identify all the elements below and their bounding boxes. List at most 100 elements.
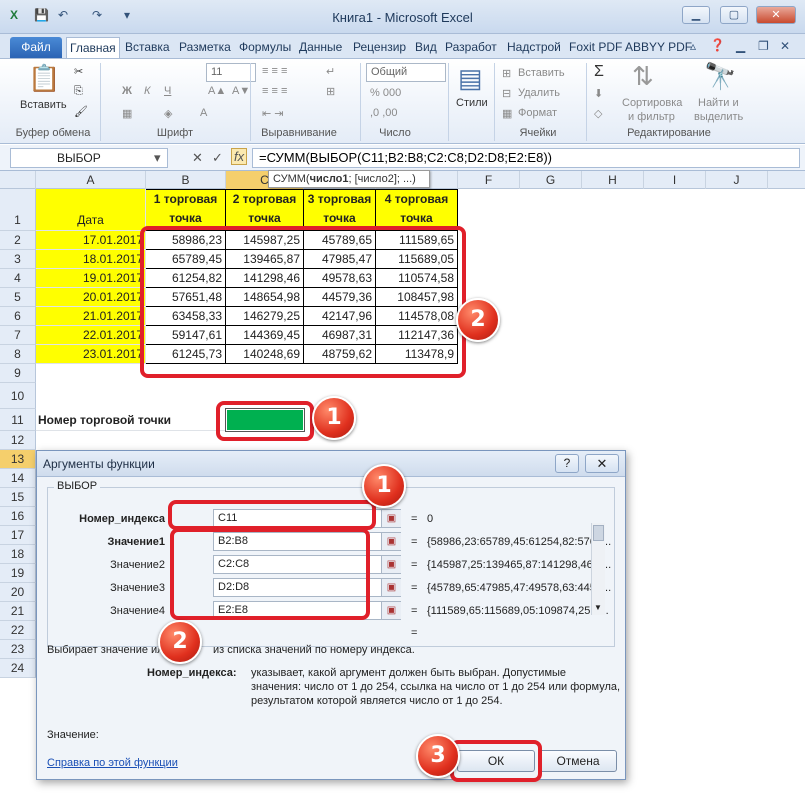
help-link[interactable]: Справка по этой функции	[47, 757, 178, 769]
cell-a5[interactable]: 20.01.2017	[36, 288, 146, 307]
doc-close-icon[interactable]: ✕	[780, 39, 790, 53]
arg-collapse-icon-value3[interactable]: ▣	[381, 579, 401, 596]
row-header-14[interactable]: 14	[0, 469, 36, 488]
arguments-scrollbar[interactable]: ▼	[591, 523, 605, 615]
row-header-20[interactable]: 20	[0, 583, 36, 602]
indent-icon[interactable]: ⇤ ⇥	[262, 107, 284, 120]
sort-filter-button[interactable]: Сортировка	[622, 97, 682, 109]
row-header-8[interactable]: 8	[0, 345, 36, 364]
percent-icon[interactable]: % 000	[370, 87, 401, 99]
paste-button[interactable]: Вставить	[20, 99, 67, 111]
tab-view[interactable]: Вид	[412, 37, 440, 58]
enter-formula-icon[interactable]: ✓	[212, 150, 223, 166]
row-header-11[interactable]: 11	[0, 409, 36, 431]
tab-abbyy[interactable]: ABBYY PDF	[622, 37, 695, 58]
row-header-23[interactable]: 23	[0, 640, 36, 659]
scroll-down-icon[interactable]: ▼	[594, 603, 602, 612]
styles-button[interactable]: Стили	[456, 97, 488, 109]
doc-minimize-icon[interactable]: ▁	[736, 39, 745, 53]
paste-icon[interactable]: 📋	[28, 63, 60, 94]
row-header-10[interactable]: 10	[0, 383, 36, 409]
borders-icon[interactable]: ▦	[122, 107, 132, 120]
row-header-2[interactable]: 2	[0, 231, 36, 250]
cell-e1[interactable]: 4 торговая точка	[376, 189, 458, 231]
minimize-ribbon-icon[interactable]: ▵	[690, 39, 696, 53]
row-header-7[interactable]: 7	[0, 326, 36, 345]
col-header-h[interactable]: H	[582, 171, 644, 189]
tab-page-layout[interactable]: Разметка	[176, 37, 234, 58]
cancel-button[interactable]: Отмена	[539, 750, 617, 772]
tab-formulas[interactable]: Формулы	[236, 37, 294, 58]
row-header-9[interactable]: 9	[0, 364, 36, 383]
tab-insert[interactable]: Вставка	[122, 37, 173, 58]
col-header-f[interactable]: F	[458, 171, 520, 189]
maximize-button[interactable]: ▢	[720, 6, 748, 24]
row-header-13[interactable]: 13	[0, 450, 36, 469]
col-header-g[interactable]: G	[520, 171, 582, 189]
close-window-button[interactable]: ✕	[756, 6, 796, 24]
arg-collapse-icon-value2[interactable]: ▣	[381, 556, 401, 573]
scrollbar-thumb[interactable]	[593, 525, 604, 541]
decimal-icon[interactable]: ,0 ,00	[370, 107, 398, 119]
row-header-18[interactable]: 18	[0, 545, 36, 564]
font-size-combo[interactable]: 11	[206, 63, 256, 82]
help-icon[interactable]: ❓	[710, 38, 725, 52]
row-header-24[interactable]: 24	[0, 659, 36, 678]
number-format-combo[interactable]: Общий	[366, 63, 446, 82]
doc-restore-icon[interactable]: ❐	[758, 39, 769, 53]
fill-icon[interactable]: ⬇	[594, 87, 603, 100]
tab-data[interactable]: Данные	[296, 37, 345, 58]
format-painter-icon[interactable]: 🖌	[74, 105, 88, 118]
styles-icon[interactable]: ▤	[458, 63, 483, 94]
tab-review[interactable]: Рецензир	[350, 37, 409, 58]
copy-icon[interactable]: ⎘	[74, 85, 83, 98]
name-box[interactable]: ВЫБОР	[10, 148, 168, 168]
align-left-icon[interactable]: ≡ ≡ ≡	[262, 85, 287, 97]
namebox-dropdown-icon[interactable]: ▾	[154, 150, 161, 166]
cell-a7[interactable]: 22.01.2017	[36, 326, 146, 345]
row-header-21[interactable]: 21	[0, 602, 36, 621]
row-header-16[interactable]: 16	[0, 507, 36, 526]
fill-color-icon[interactable]: ◈	[164, 107, 172, 120]
cells-insert-button[interactable]: Вставить	[518, 67, 565, 79]
italic-icon[interactable]: К	[144, 85, 150, 97]
tab-foxit[interactable]: Foxit PDF	[566, 37, 625, 58]
select-all-corner[interactable]	[0, 171, 36, 189]
cell-a2[interactable]: 17.01.2017	[36, 231, 146, 250]
col-header-i[interactable]: I	[644, 171, 706, 189]
font-color-icon[interactable]: A	[200, 107, 207, 119]
row-header-3[interactable]: 3	[0, 250, 36, 269]
cell-a4[interactable]: 19.01.2017	[36, 269, 146, 288]
autosum-icon[interactable]: Σ	[594, 63, 604, 81]
arg-collapse-icon-index[interactable]: ▣	[381, 510, 401, 527]
row-header-1[interactable]: 1	[0, 189, 36, 231]
cell-a1[interactable]: Дата	[36, 189, 146, 231]
tab-addins[interactable]: Надстрой	[504, 37, 564, 58]
row-header-22[interactable]: 22	[0, 621, 36, 640]
row-header-4[interactable]: 4	[0, 269, 36, 288]
tab-home[interactable]: Главная	[66, 37, 120, 58]
cell-a8[interactable]: 23.01.2017	[36, 345, 146, 364]
cut-icon[interactable]: ✂	[74, 65, 83, 78]
col-header-a[interactable]: A	[36, 171, 146, 189]
arg-collapse-icon-value4[interactable]: ▣	[381, 602, 401, 619]
row-header-15[interactable]: 15	[0, 488, 36, 507]
cell-c1[interactable]: 2 торговая точка	[226, 189, 304, 231]
arg-collapse-icon-value1[interactable]: ▣	[381, 533, 401, 550]
row-header-19[interactable]: 19	[0, 564, 36, 583]
cell-a11[interactable]: Номер торговой точки	[36, 409, 226, 431]
merge-icon[interactable]: ⊞	[326, 85, 335, 98]
wrap-text-icon[interactable]: ↵	[326, 65, 335, 78]
col-header-b[interactable]: B	[146, 171, 226, 189]
minimize-button[interactable]: ▁	[682, 6, 710, 24]
cell-a6[interactable]: 21.01.2017	[36, 307, 146, 326]
cells-delete-button[interactable]: Удалить	[518, 87, 560, 99]
find-select-button[interactable]: Найти и	[698, 97, 739, 109]
bold-icon[interactable]: Ж	[122, 85, 132, 97]
cell-d1[interactable]: 3 торговая точка	[304, 189, 376, 231]
tab-file[interactable]: Файл	[10, 37, 62, 58]
cell-a3[interactable]: 18.01.2017	[36, 250, 146, 269]
font-grow-icon[interactable]: A▲	[208, 85, 226, 97]
tab-developer[interactable]: Разработ	[442, 37, 500, 58]
row-header-12[interactable]: 12	[0, 431, 36, 450]
